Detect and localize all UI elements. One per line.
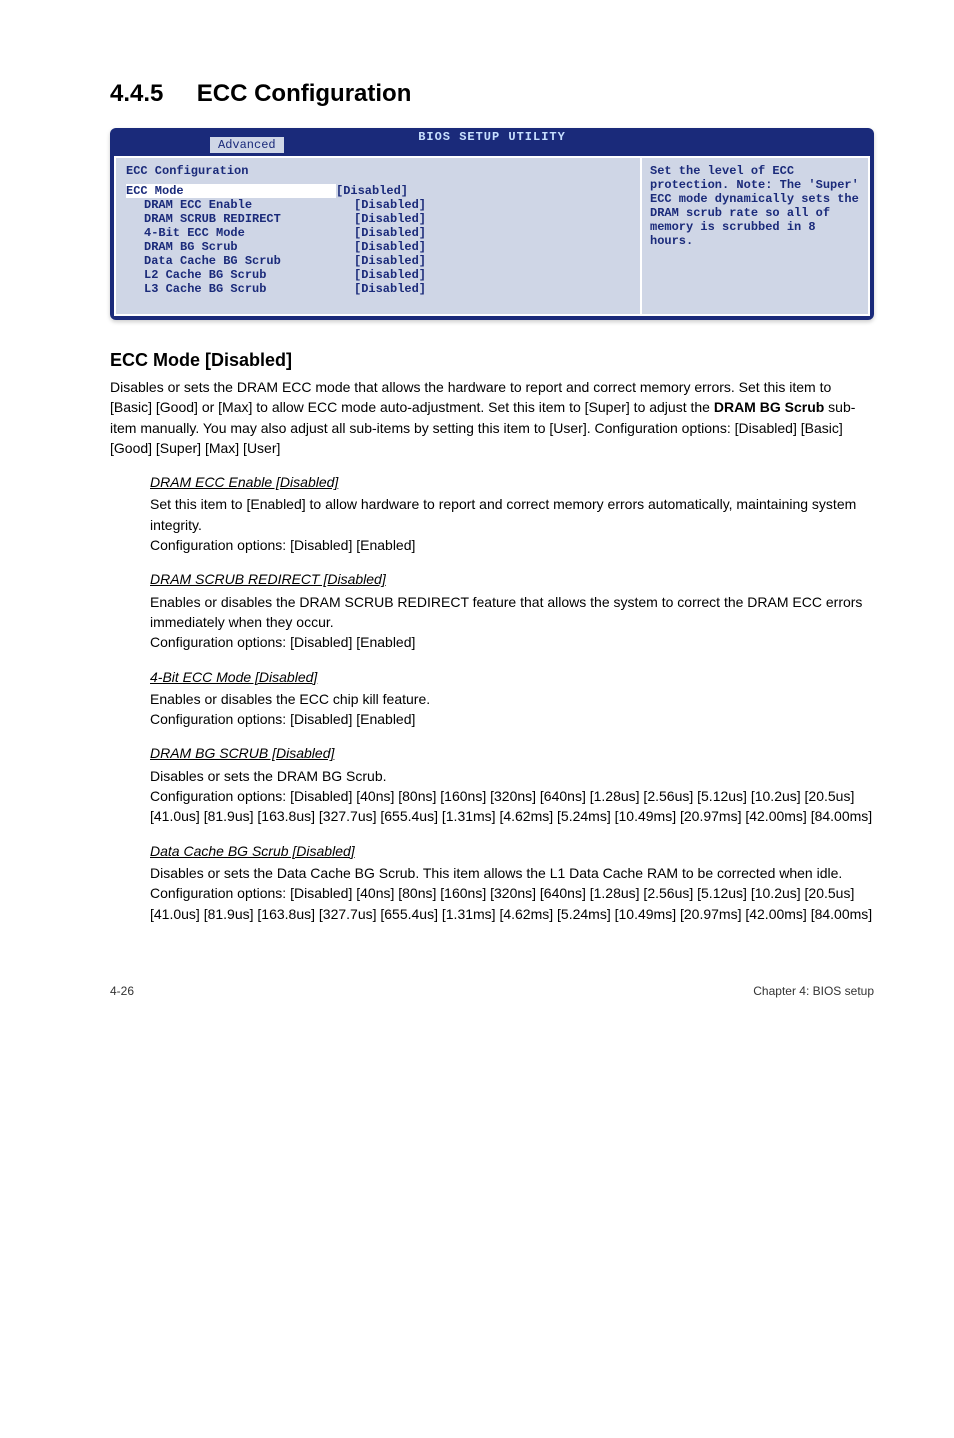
bios-item-l2-cache-bg-scrub[interactable]: L2 Cache BG Scrub <box>126 268 354 282</box>
bios-item-4bit-ecc-mode[interactable]: 4-Bit ECC Mode <box>126 226 354 240</box>
bios-left-pane: ECC Configuration ECC Mode[Disabled] DRA… <box>114 156 641 316</box>
bios-item-dram-bg-scrub[interactable]: DRAM BG Scrub <box>126 240 354 254</box>
sub-body: Set this item to [Enabled] to allow hard… <box>150 494 874 555</box>
sub-title: DRAM SCRUB REDIRECT [Disabled] <box>150 569 874 589</box>
bios-panel-title: ECC Configuration <box>126 164 630 178</box>
sub-4bit-ecc-mode: 4-Bit ECC Mode [Disabled] Enables or dis… <box>150 667 874 730</box>
bios-item-dram-ecc-enable[interactable]: DRAM ECC Enable <box>126 198 354 212</box>
bios-item-ecc-mode[interactable]: ECC Mode <box>126 184 336 198</box>
sub-title: 4-Bit ECC Mode [Disabled] <box>150 667 874 687</box>
bios-title: BIOS SETUP UTILITY <box>418 130 566 144</box>
ecc-mode-heading: ECC Mode [Disabled] <box>110 350 874 371</box>
bios-help-pane: Set the level of ECC protection. Note: T… <box>641 156 870 316</box>
bios-value: [Disabled] <box>354 282 426 296</box>
sub-dram-bg-scrub: DRAM BG SCRUB [Disabled] Disables or set… <box>150 743 874 826</box>
footer-page-number: 4-26 <box>110 984 134 998</box>
bios-panel: BIOS SETUP UTILITY Advanced ECC Configur… <box>110 128 874 320</box>
bios-tab-advanced[interactable]: Advanced <box>210 137 284 153</box>
sub-body: Disables or sets the DRAM BG Scrub. Conf… <box>150 766 874 827</box>
bios-value: [Disabled] <box>354 212 426 226</box>
bios-item-l3-cache-bg-scrub[interactable]: L3 Cache BG Scrub <box>126 282 354 296</box>
bios-value: [Disabled] <box>354 240 426 254</box>
bios-value: [Disabled] <box>336 184 408 198</box>
bios-value: [Disabled] <box>354 226 426 240</box>
section-number: 4.4.5 <box>110 80 163 107</box>
bios-value: [Disabled] <box>354 268 426 282</box>
bios-item-dram-scrub-redirect[interactable]: DRAM SCRUB REDIRECT <box>126 212 354 226</box>
section-heading: 4.4.5 ECC Configuration <box>110 80 874 108</box>
bios-value: [Disabled] <box>354 198 426 212</box>
section-title-text: ECC Configuration <box>197 80 412 107</box>
sub-dram-ecc-enable: DRAM ECC Enable [Disabled] Set this item… <box>150 472 874 555</box>
footer-chapter: Chapter 4: BIOS setup <box>753 984 874 998</box>
bios-titlebar: BIOS SETUP UTILITY Advanced <box>110 128 874 152</box>
bios-value: [Disabled] <box>354 254 426 268</box>
sub-title: DRAM BG SCRUB [Disabled] <box>150 743 874 763</box>
sub-dram-scrub-redirect: DRAM SCRUB REDIRECT [Disabled] Enables o… <box>150 569 874 652</box>
ecc-mode-paragraph: Disables or sets the DRAM ECC mode that … <box>110 377 874 458</box>
page-footer: 4-26 Chapter 4: BIOS setup <box>110 984 874 998</box>
sub-title: Data Cache BG Scrub [Disabled] <box>150 841 874 861</box>
sub-body: Disables or sets the Data Cache BG Scrub… <box>150 863 874 924</box>
sub-data-cache-bg-scrub: Data Cache BG Scrub [Disabled] Disables … <box>150 841 874 924</box>
bios-item-data-cache-bg-scrub[interactable]: Data Cache BG Scrub <box>126 254 354 268</box>
sub-title: DRAM ECC Enable [Disabled] <box>150 472 874 492</box>
bios-help-text: Set the level of ECC protection. Note: T… <box>650 164 859 248</box>
sub-body: Enables or disables the ECC chip kill fe… <box>150 689 874 730</box>
sub-body: Enables or disables the DRAM SCRUB REDIR… <box>150 592 874 653</box>
